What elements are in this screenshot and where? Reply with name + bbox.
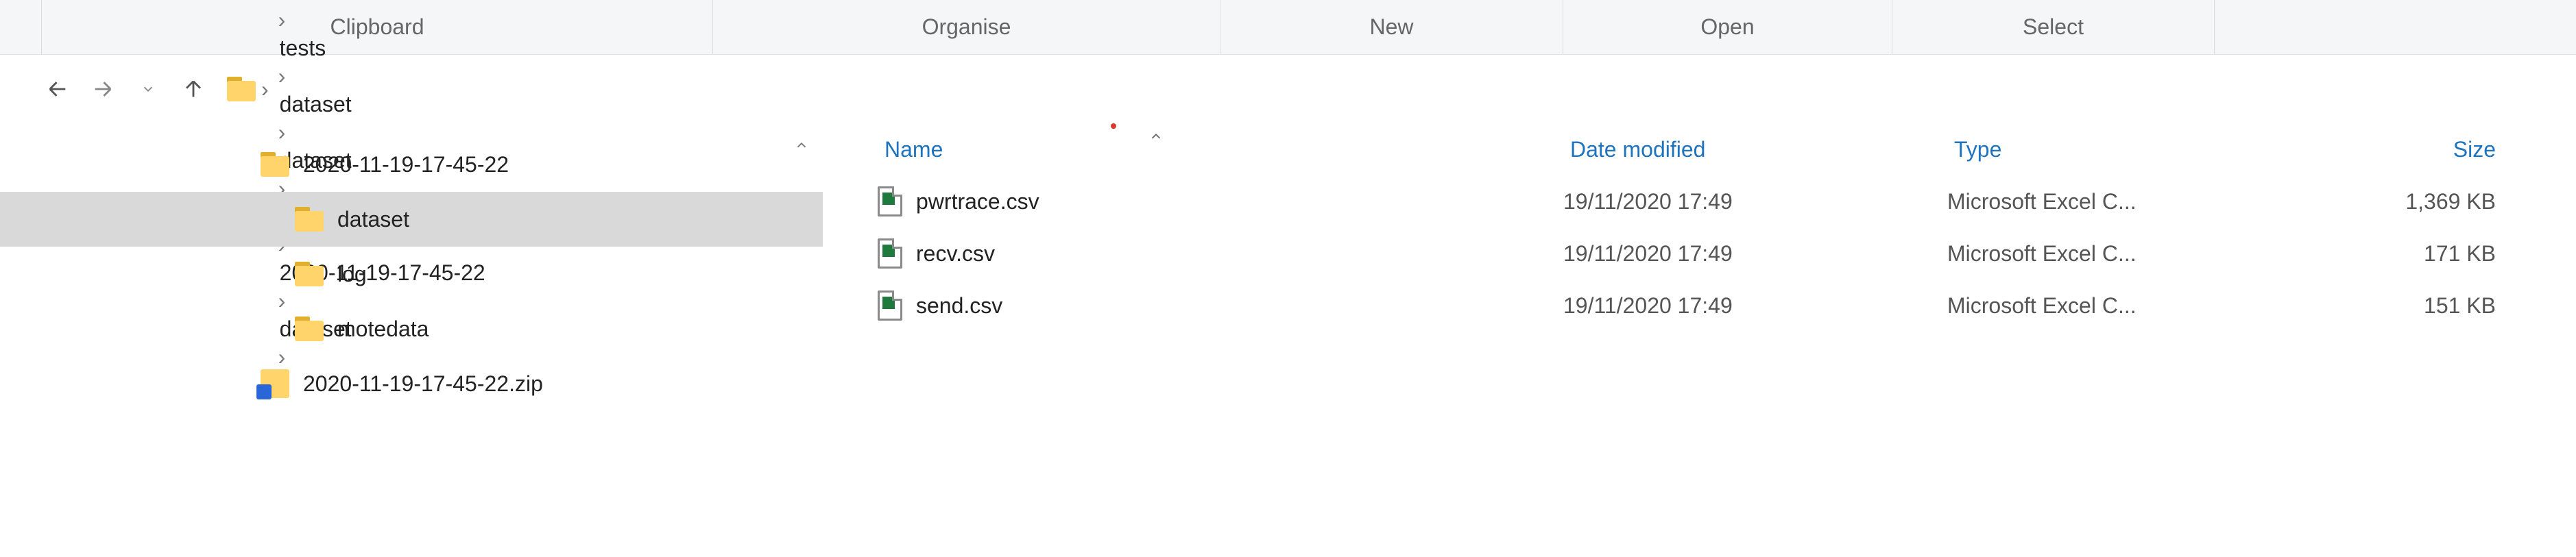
chevron-down-icon [141,82,156,97]
file-date: 19/11/2020 17:49 [1563,241,1947,267]
tree-item-label: log [337,262,367,287]
sort-indicator-icon[interactable] [1148,127,1164,149]
file-name: recv.csv [916,241,995,267]
column-header-size[interactable]: Size [2304,137,2523,162]
file-date: 19/11/2020 17:49 [1563,293,1947,319]
file-name: pwrtrace.csv [916,189,1039,214]
file-name-cell: recv.csv [878,238,1563,269]
file-list: Name Date modified Type Size pwrtrace.cs… [823,123,2576,548]
file-type: Microsoft Excel C... [1947,241,2304,267]
breadcrumb-label: IoT [280,0,311,5]
scroll-up-icon[interactable] [794,133,809,158]
file-size: 1,369 KB [2304,189,2523,214]
folder-icon [227,75,254,103]
tree-item[interactable]: 2020-11-19-17-45-22.zip [0,356,823,411]
tree-item-label: dataset [337,207,409,232]
arrow-left-icon [46,77,69,101]
tree-item[interactable]: log [0,247,823,301]
file-size: 171 KB [2304,241,2523,267]
tree-item[interactable]: motedata [0,301,823,356]
file-type: Microsoft Excel C... [1947,293,2304,319]
folder-icon [295,207,324,232]
csv-file-icon [878,238,902,269]
tree-item-label: motedata [337,317,429,342]
file-type: Microsoft Excel C... [1947,189,2304,214]
file-date: 19/11/2020 17:49 [1563,189,1947,214]
tree-item-label: 2020-11-19-17-45-22 [303,152,509,177]
ribbon-group-select[interactable]: Select [1892,0,2215,54]
chevron-right-icon[interactable]: › [276,64,289,88]
ribbon-label: Select [2023,14,2084,40]
ribbon-group-open[interactable]: Open [1563,0,1892,54]
marker-icon [1111,123,1116,129]
up-button[interactable] [177,77,210,101]
file-name-cell: send.csv [878,290,1563,321]
folder-tree[interactable]: 2020-11-19-17-45-22 dataset log motedata 202… [0,123,823,548]
chevron-right-icon[interactable]: › [258,77,272,102]
breadcrumb-item[interactable]: dataset [276,89,490,120]
breadcrumb-label: dataset [280,92,352,117]
folder-icon [261,152,289,177]
file-size: 151 KB [2304,293,2523,319]
ribbon-label: New [1369,14,1413,40]
ribbon-group-organise[interactable]: Organise [713,0,1220,54]
breadcrumb-item[interactable]: tests [276,33,490,64]
csv-file-icon [878,290,902,321]
arrow-up-icon [182,77,205,101]
file-name: send.csv [916,293,1002,319]
forward-button[interactable] [86,77,119,101]
file-row[interactable]: pwrtrace.csv 19/11/2020 17:49Microsoft Ex… [878,175,2576,227]
tree-item[interactable]: dataset [0,192,823,247]
breadcrumb-item[interactable]: IoT [276,0,490,8]
chevron-right-icon[interactable]: › [276,8,289,32]
file-name-cell: pwrtrace.csv [878,186,1563,216]
zip-icon [261,369,289,398]
column-headers: Name Date modified Type Size [878,123,2576,175]
tree-item-label: 2020-11-19-17-45-22.zip [303,371,543,397]
back-button[interactable] [41,77,74,101]
ribbon-label: Organise [922,14,1011,40]
column-header-type[interactable]: Type [1947,137,2304,162]
ribbon-label: Open [1700,14,1754,40]
arrow-right-icon [91,77,115,101]
ribbon-group-new[interactable]: New [1220,0,1563,54]
column-header-name[interactable]: Name [878,137,1563,162]
csv-file-icon [878,186,902,216]
file-row[interactable]: recv.csv 19/11/2020 17:49Microsoft Excel … [878,227,2576,280]
column-header-date[interactable]: Date modified [1563,137,1947,162]
tree-item[interactable]: 2020-11-19-17-45-22 [0,137,823,192]
folder-icon [295,262,324,286]
breadcrumb-label: tests [280,36,326,61]
file-row[interactable]: send.csv 19/11/2020 17:49Microsoft Excel … [878,280,2576,332]
recent-locations-button[interactable] [132,82,165,97]
nav-row: › This PC›data (D:)›Projects›IoT›tests›d… [0,55,2576,123]
main-area: 2020-11-19-17-45-22 dataset log motedata 202… [0,123,2576,548]
folder-icon [295,317,324,341]
address-bar[interactable]: › This PC›data (D:)›Projects›IoT›tests›d… [222,67,2549,111]
